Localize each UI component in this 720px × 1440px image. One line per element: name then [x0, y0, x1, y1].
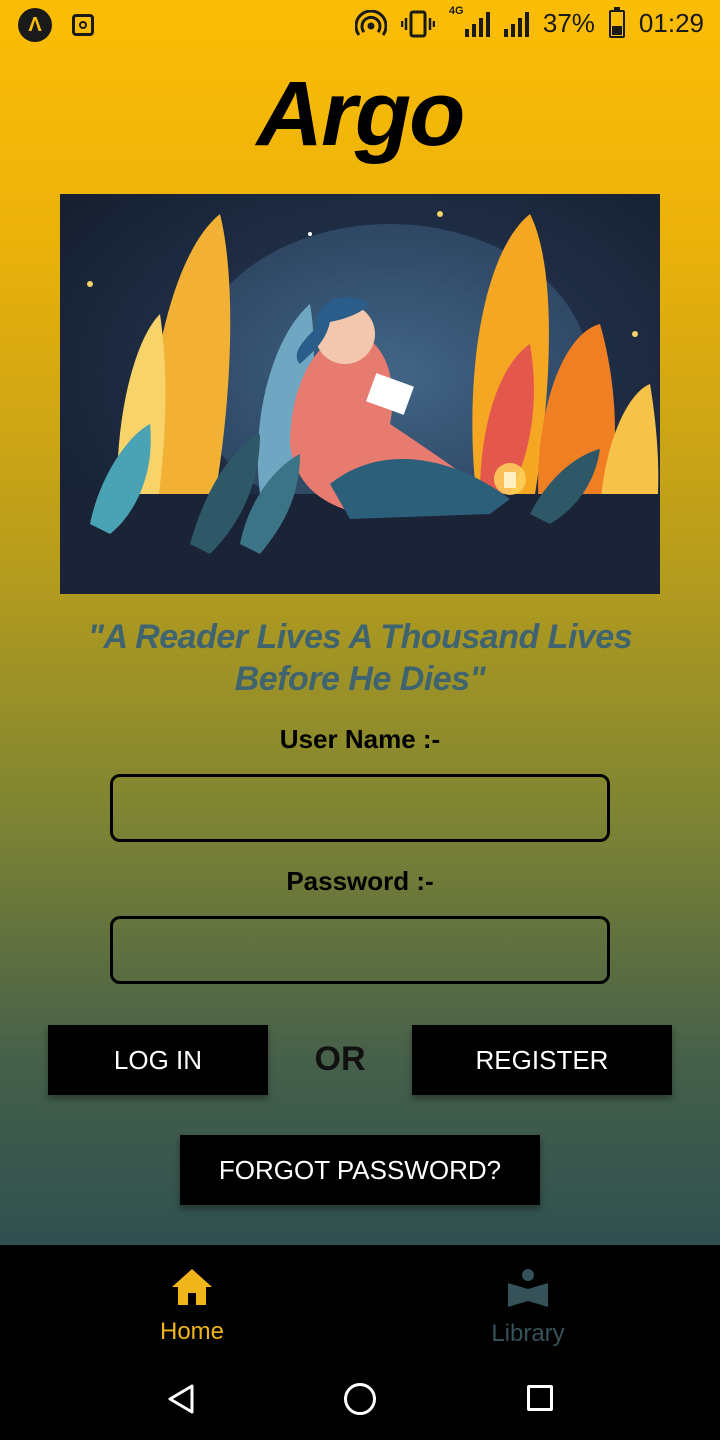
battery-percent: 37%	[542, 8, 595, 38]
login-button[interactable]: LOG IN	[48, 1025, 268, 1095]
bottom-navigation: Home Library	[0, 1245, 720, 1363]
status-bar: Λ 4G 37% 01:29	[0, 0, 720, 50]
forgot-password-button[interactable]: FORGOT PASSWORD?	[180, 1135, 540, 1205]
register-button[interactable]: REGISTER	[412, 1025, 672, 1095]
recent-apps-icon[interactable]	[527, 1385, 553, 1411]
hotspot-icon	[354, 9, 387, 36]
network-type: 4G	[448, 4, 464, 17]
username-label: User Name :-	[279, 724, 441, 754]
home-icon	[172, 1269, 212, 1305]
password-label: Password :-	[286, 866, 434, 896]
signal-strength-icon	[503, 11, 529, 37]
system-navigation-bar	[0, 1363, 720, 1440]
library-icon	[508, 1269, 548, 1307]
hero-illustration	[60, 194, 660, 594]
password-input[interactable]	[110, 916, 610, 984]
app-screen: Λ 4G 37% 01:29 Argo "A Reader Lives A Th…	[0, 0, 720, 1245]
app-title: Argo	[256, 63, 466, 165]
signal-4g-icon: 4G	[449, 5, 490, 37]
vibrate-icon	[400, 10, 435, 37]
nav-label-library: Library	[491, 1320, 565, 1347]
nav-label-home: Home	[159, 1318, 225, 1345]
home-button-icon[interactable]	[344, 1383, 376, 1415]
quote-text: "A Reader Lives A Thousand Lives Before …	[87, 618, 633, 698]
username-input[interactable]	[110, 774, 610, 842]
screen-record-icon	[72, 14, 94, 36]
reading-girl-illustration	[60, 211, 660, 594]
app-notification-icon: Λ	[18, 8, 52, 42]
nav-item-home[interactable]: Home	[92, 1267, 292, 1346]
clock: 01:29	[638, 8, 704, 38]
or-separator: OR	[314, 1040, 366, 1078]
nav-item-library[interactable]: Library	[428, 1267, 628, 1348]
back-icon[interactable]	[166, 1383, 196, 1415]
battery-icon	[608, 6, 625, 38]
